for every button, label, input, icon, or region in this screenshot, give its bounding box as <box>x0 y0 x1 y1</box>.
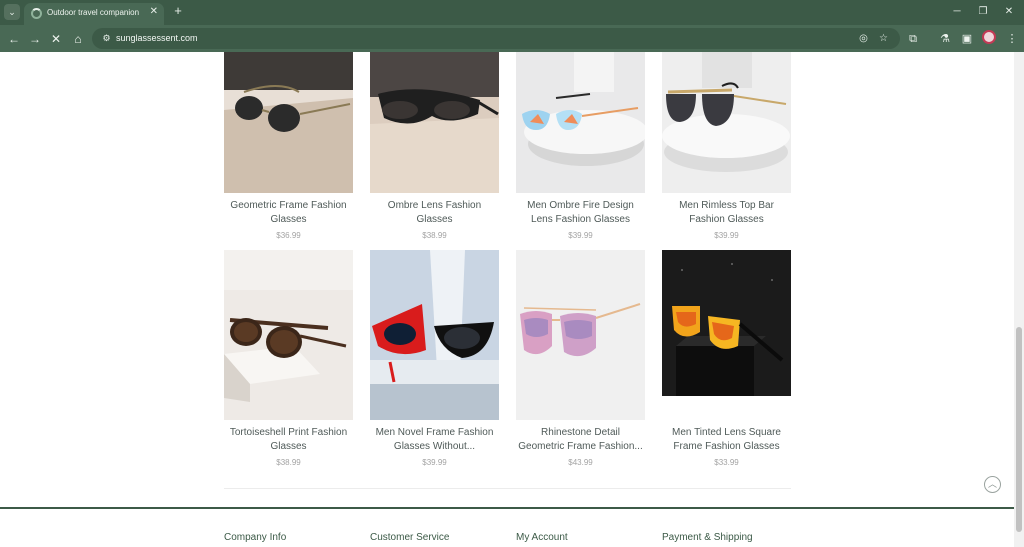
product-card[interactable]: Rhinestone Detail Geometric Frame Fashio… <box>516 250 645 467</box>
product-card[interactable]: Men Tinted Lens Square Frame Fashion Gla… <box>662 250 791 467</box>
footer-company-info[interactable]: Company Info <box>224 532 286 543</box>
page-scrollbar[interactable] <box>1014 52 1024 547</box>
footer-my-account[interactable]: My Account <box>516 532 568 543</box>
menu-kebab-icon[interactable]: ⋮ <box>1003 30 1021 48</box>
product-image[interactable] <box>516 52 645 193</box>
bookmark-star-icon[interactable]: ☆ <box>876 31 891 46</box>
back-button[interactable]: ← <box>5 30 23 48</box>
tab-close-icon[interactable]: ✕ <box>150 6 158 17</box>
footer-customer-service[interactable]: Customer Service <box>370 532 449 543</box>
site-info-icon[interactable]: ⚙ <box>99 31 114 46</box>
tab-strip: ⌄ Outdoor travel companion ✕ + ─ ❐ ✕ <box>0 0 1024 25</box>
back-to-top-icon[interactable]: ︿ <box>984 476 1001 493</box>
profile-avatar[interactable] <box>982 30 996 44</box>
tab-search-button[interactable]: ⌄ <box>4 4 20 20</box>
footer-payment-shipping[interactable]: Payment & Shipping <box>662 532 753 543</box>
product-name[interactable]: Ombre Lens Fashion Glasses <box>370 199 499 227</box>
section-divider <box>224 488 791 489</box>
product-card[interactable]: Tortoiseshell Print Fashion Glasses $38.… <box>224 250 353 467</box>
stop-loading-button[interactable]: ✕ <box>47 30 65 48</box>
product-image[interactable] <box>370 250 499 420</box>
browser-toolbar: ← → ✕ ⌂ ⚙ sunglassessent.com ◎ ☆ ⧉ ⚗ ▣ ⋮ <box>0 25 1024 52</box>
product-name[interactable]: Rhinestone Detail Geometric Frame Fashio… <box>516 426 645 454</box>
eye-off-icon[interactable]: ◎ <box>856 31 871 46</box>
product-price: $33.99 <box>714 458 739 467</box>
product-price: $39.99 <box>422 458 447 467</box>
restore-button[interactable]: ❐ <box>972 4 994 20</box>
product-price: $36.99 <box>276 231 301 240</box>
new-tab-button[interactable]: + <box>170 3 186 19</box>
forward-button[interactable]: → <box>26 30 44 48</box>
product-name[interactable]: Men Ombre Fire Design Lens Fashion Glass… <box>516 199 645 227</box>
product-price: $39.99 <box>568 231 593 240</box>
product-name[interactable]: Men Tinted Lens Square Frame Fashion Gla… <box>662 426 791 454</box>
minimize-button[interactable]: ─ <box>946 4 968 20</box>
loading-spinner-icon <box>31 8 42 19</box>
product-image[interactable] <box>662 52 791 193</box>
product-price: $43.99 <box>568 458 593 467</box>
product-name[interactable]: Geometric Frame Fashion Glasses <box>224 199 353 227</box>
product-image[interactable] <box>370 52 499 193</box>
address-bar[interactable]: ⚙ sunglassessent.com ◎ ☆ <box>92 28 900 49</box>
product-image[interactable] <box>224 52 353 193</box>
side-panel-icon[interactable]: ▣ <box>958 30 976 48</box>
product-card[interactable]: Men Novel Frame Fashion Glasses Without.… <box>370 250 499 467</box>
footer-border <box>0 507 1014 509</box>
product-price: $38.99 <box>422 231 447 240</box>
active-tab[interactable]: Outdoor travel companion ✕ <box>24 3 164 25</box>
scroll-thumb[interactable] <box>1016 327 1022 532</box>
product-price: $39.99 <box>714 231 739 240</box>
product-name[interactable]: Tortoiseshell Print Fashion Glasses <box>224 426 353 454</box>
page-viewport: Geometric Frame Fashion Glasses $36.99 O… <box>0 52 1014 547</box>
home-button[interactable]: ⌂ <box>69 30 87 48</box>
product-name[interactable]: Men Novel Frame Fashion Glasses Without.… <box>370 426 499 454</box>
product-price: $38.99 <box>276 458 301 467</box>
product-card[interactable]: Men Ombre Fire Design Lens Fashion Glass… <box>516 52 645 240</box>
extensions-icon[interactable]: ⧉ <box>904 30 922 48</box>
product-image[interactable] <box>516 250 645 420</box>
close-window-button[interactable]: ✕ <box>998 4 1020 20</box>
product-card[interactable]: Ombre Lens Fashion Glasses $38.99 <box>370 52 499 240</box>
labs-flask-icon[interactable]: ⚗ <box>936 30 954 48</box>
product-card[interactable]: Geometric Frame Fashion Glasses $36.99 <box>224 52 353 240</box>
product-name[interactable]: Men Rimless Top Bar Fashion Glasses <box>662 199 791 227</box>
product-image[interactable] <box>224 250 353 420</box>
url-text[interactable]: sunglassessent.com <box>116 33 198 43</box>
tab-title: Outdoor travel companion <box>47 8 140 17</box>
product-card[interactable]: Men Rimless Top Bar Fashion Glasses $39.… <box>662 52 791 240</box>
product-image[interactable] <box>662 250 791 396</box>
